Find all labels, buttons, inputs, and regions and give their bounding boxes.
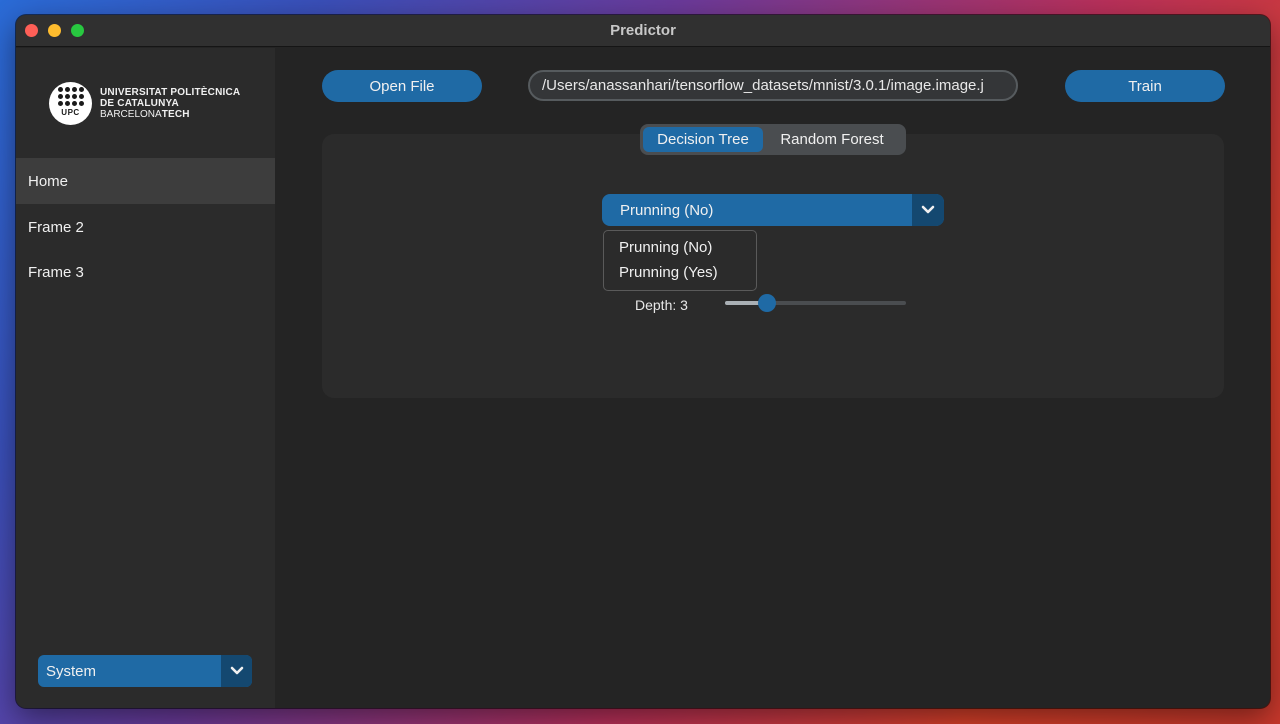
file-path-input[interactable]: /Users/anassanhari/tensorflow_datasets/m…	[528, 70, 1018, 101]
appearance-mode-select[interactable]: System	[38, 655, 252, 687]
upc-logo: UPC UNIVERSITAT POLITÈCNICA DE CATALUNYA…	[49, 82, 240, 125]
close-window-button[interactable]	[25, 24, 38, 37]
pruning-dropdown-menu: Prunning (No) Prunning (Yes)	[603, 230, 757, 291]
sidebar-item-home[interactable]: Home	[16, 158, 275, 204]
sidebar-item-frame-3[interactable]: Frame 3	[16, 249, 275, 295]
logo-line-3b: TECH	[161, 109, 190, 120]
appearance-mode-value: System	[46, 662, 97, 680]
logo-line-2: DE CATALUNYA	[100, 98, 179, 109]
sidebar: UPC UNIVERSITAT POLITÈCNICA DE CATALUNYA…	[16, 48, 275, 708]
logo-line-3a: BARCELONA	[100, 109, 162, 120]
options-panel	[322, 134, 1224, 398]
sidebar-item-frame-2[interactable]: Frame 2	[16, 204, 275, 250]
open-file-button[interactable]: Open File	[322, 70, 482, 102]
menu-item-prunning-yes[interactable]: Prunning (Yes)	[604, 260, 756, 285]
menu-item-prunning-no[interactable]: Prunning (No)	[604, 235, 756, 260]
logo-text: UNIVERSITAT POLITÈCNICA DE CATALUNYA BAR…	[100, 87, 240, 120]
pruning-select[interactable]: Prunning (No)	[602, 194, 944, 226]
depth-slider-handle[interactable]	[757, 294, 776, 312]
train-button[interactable]: Train	[1065, 70, 1225, 102]
minimize-window-button[interactable]	[48, 24, 61, 37]
app-window: Predictor UPC UNIVERSITAT POLITÈCNICA DE…	[16, 15, 1270, 708]
depth-label: Depth: 3	[635, 297, 688, 313]
tab-random-forest[interactable]: Random Forest	[767, 127, 897, 152]
chevron-down-icon[interactable]	[221, 655, 252, 687]
pruning-select-value: Prunning (No)	[620, 201, 714, 219]
title-bar: Predictor	[16, 15, 1270, 47]
maximize-window-button[interactable]	[71, 24, 84, 37]
window-controls	[25, 24, 84, 37]
tab-decision-tree[interactable]: Decision Tree	[643, 127, 763, 152]
logo-line-1: UNIVERSITAT POLITÈCNICA	[100, 87, 241, 98]
window-title: Predictor	[610, 22, 676, 39]
upc-logo-icon: UPC	[49, 82, 92, 125]
model-tabs: Decision Tree Random Forest	[640, 124, 906, 155]
chevron-down-icon[interactable]	[912, 194, 944, 226]
depth-slider[interactable]	[725, 294, 906, 312]
logo-abbr: UPC	[61, 107, 80, 117]
